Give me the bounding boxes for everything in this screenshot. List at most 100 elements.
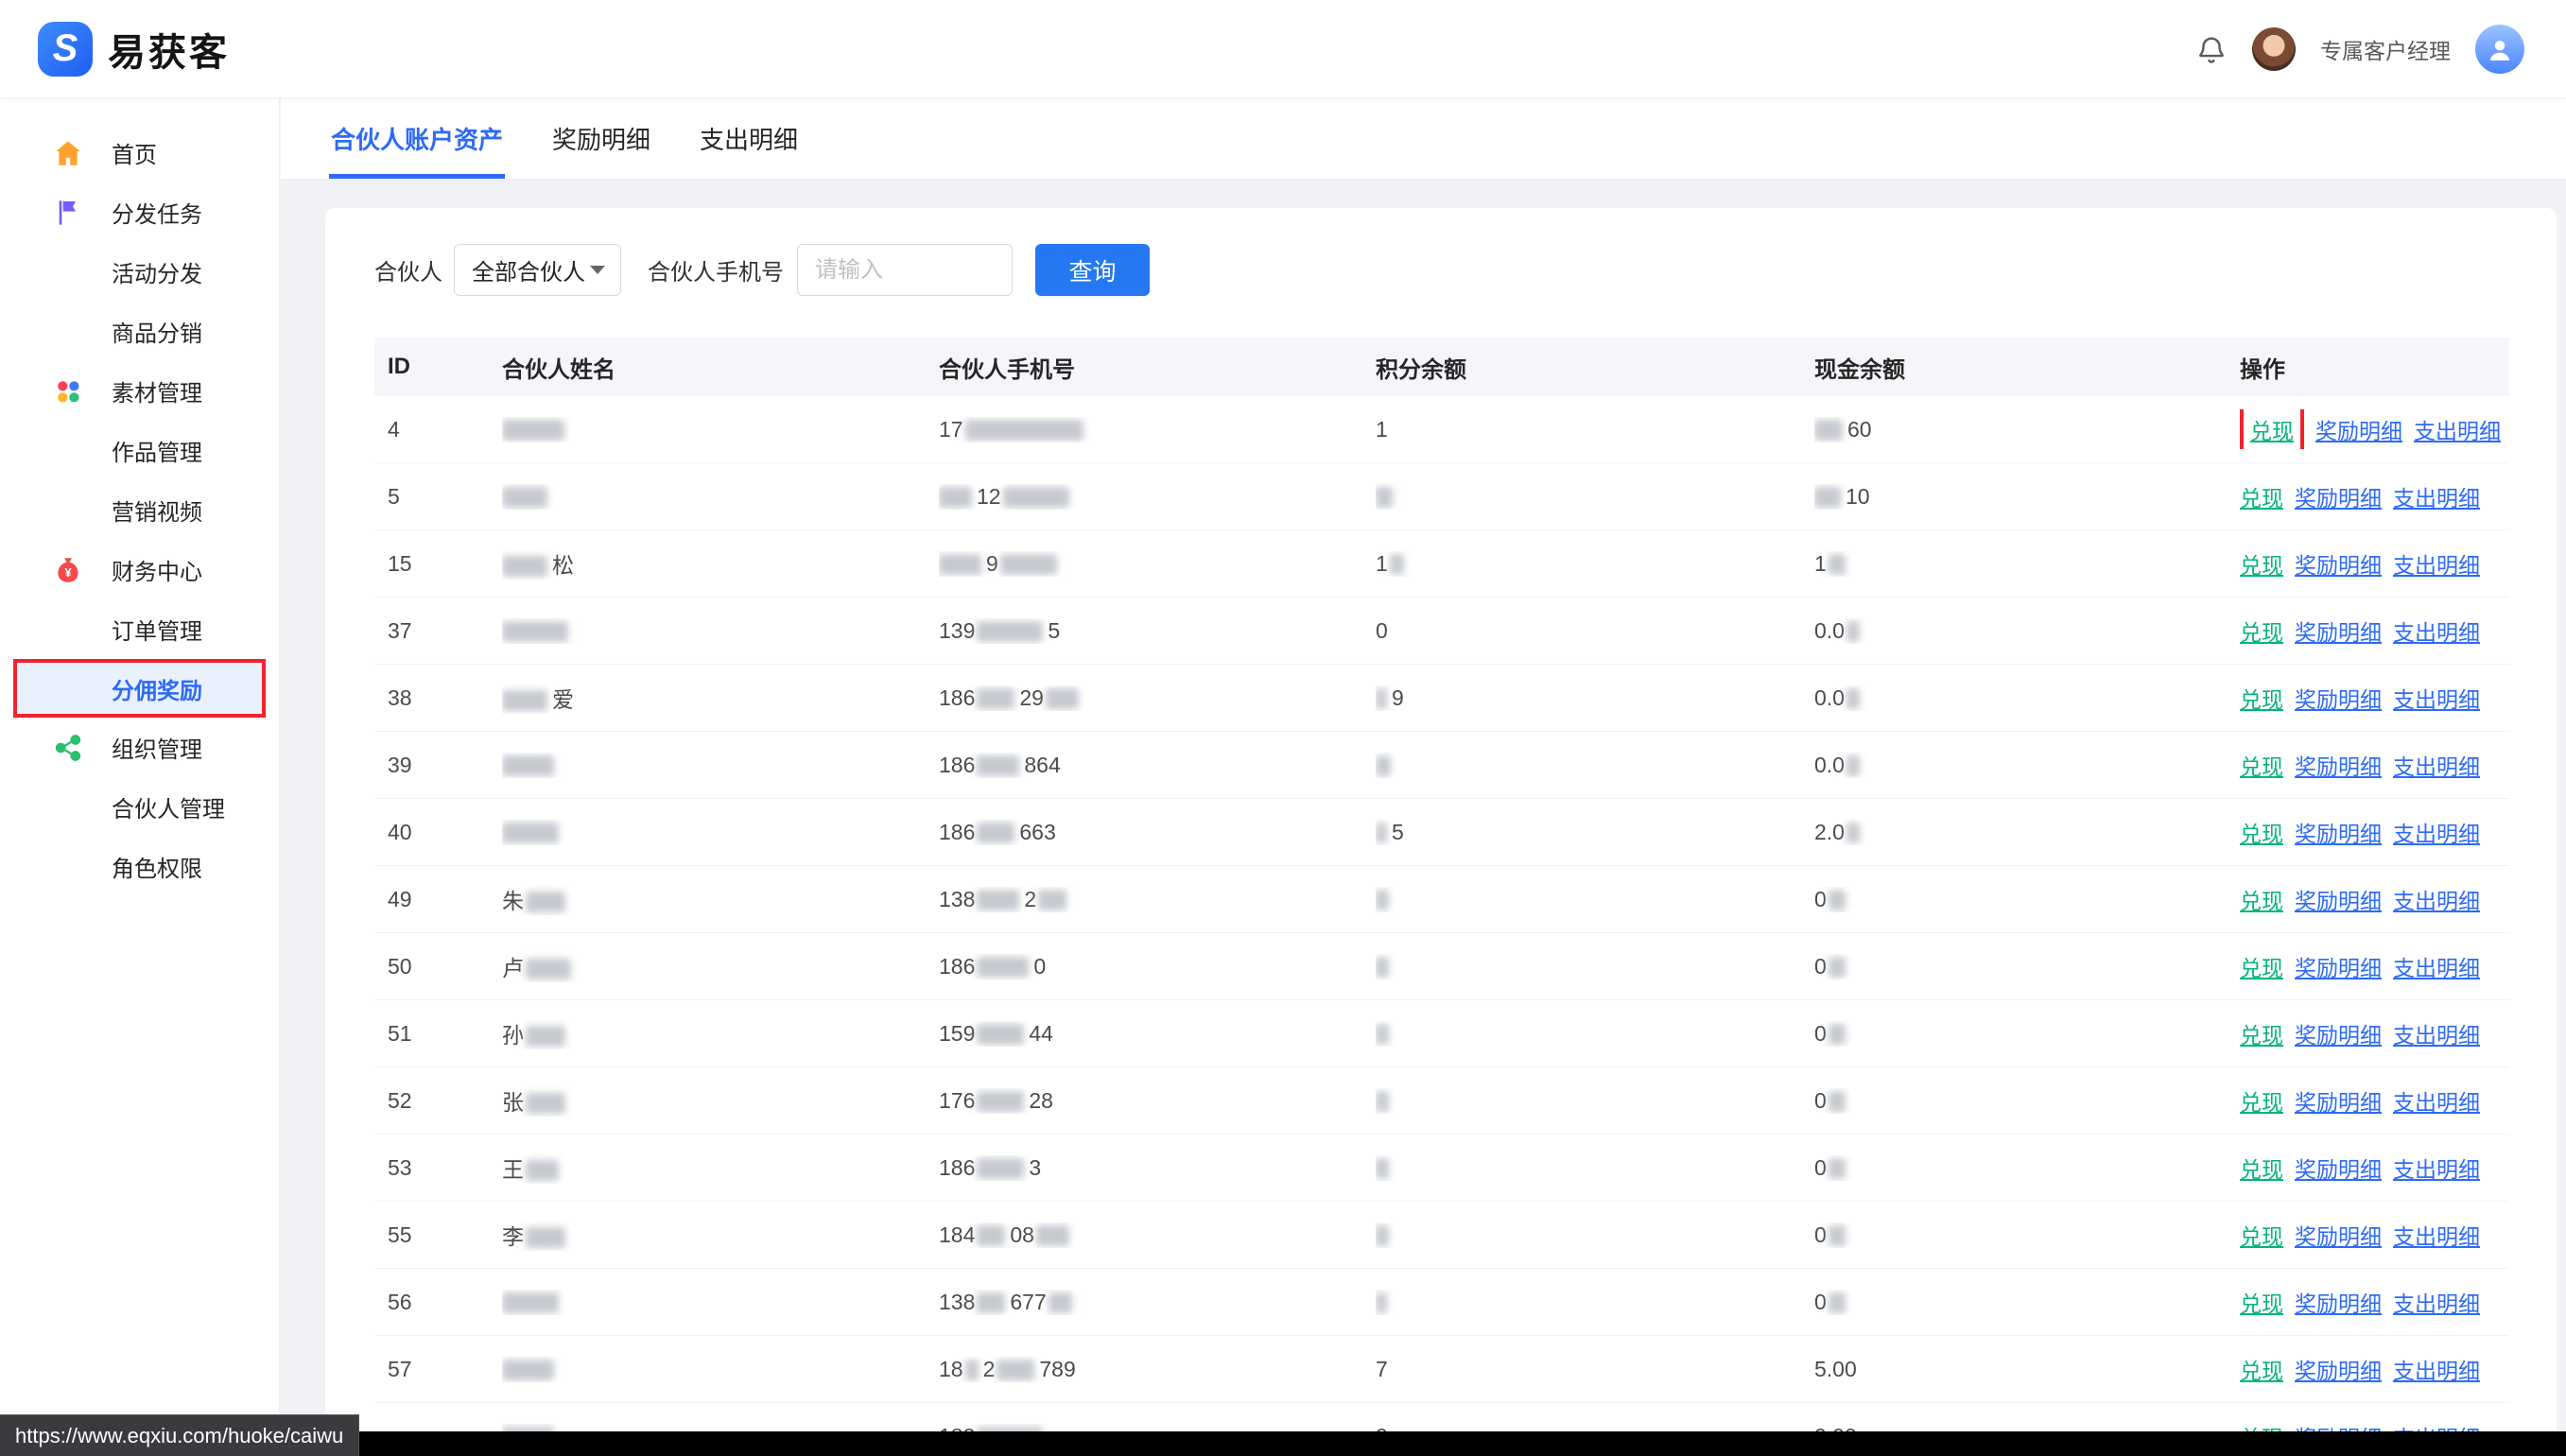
redacted-block <box>1376 1158 1389 1179</box>
cell-points-balance <box>1376 753 1814 778</box>
cash-out-link[interactable]: 兑现 <box>2240 620 2283 645</box>
sidebar-item-role-permission[interactable]: 角色权限 <box>0 837 279 896</box>
notifications-bell-icon[interactable] <box>2195 33 2228 65</box>
sidebar-item-activity-distribution[interactable]: 活动分发 <box>0 242 279 302</box>
tab-partner-account-assets[interactable]: 合伙人账户资产 <box>329 98 505 179</box>
reward-detail-link[interactable]: 奖励明细 <box>2295 1090 2382 1115</box>
cell-cash-balance: 60 <box>1814 417 2240 442</box>
redacted-block <box>1046 688 1079 709</box>
cash-out-link[interactable]: 兑现 <box>2240 754 2283 779</box>
sidebar-item-commission-reward[interactable]: 分佣奖励 <box>13 659 266 718</box>
expense-detail-link[interactable]: 支出明细 <box>2393 620 2480 645</box>
cash-out-link[interactable]: 兑现 <box>2240 1157 2283 1182</box>
reward-detail-link[interactable]: 奖励明细 <box>2295 956 2382 980</box>
partner-select[interactable]: 全部合伙人 <box>454 244 621 296</box>
expense-detail-link[interactable]: 支出明细 <box>2393 486 2480 511</box>
cash-out-link[interactable]: 兑现 <box>2250 419 2294 443</box>
reward-detail-link[interactable]: 奖励明细 <box>2295 1224 2382 1249</box>
redacted-block <box>502 1292 559 1313</box>
partner-select-value: 全部合伙人 <box>472 253 585 286</box>
expense-detail-link[interactable]: 支出明细 <box>2393 553 2480 578</box>
reward-detail-link[interactable]: 奖励明细 <box>2295 620 2382 645</box>
cell-text: 186 <box>939 685 975 710</box>
sidebar-item-product-distribution[interactable]: 商品分销 <box>0 302 279 361</box>
reward-detail-link[interactable]: 奖励明细 <box>2295 822 2382 846</box>
expense-detail-link[interactable]: 支出明细 <box>2393 687 2480 712</box>
cash-out-link[interactable]: 兑现 <box>2240 1359 2283 1383</box>
cell-text: 5 <box>1392 820 1404 844</box>
expense-detail-link[interactable]: 支出明细 <box>2414 419 2501 443</box>
reward-detail-link[interactable]: 奖励明细 <box>2295 754 2382 779</box>
user-avatar[interactable] <box>2252 27 2296 71</box>
cash-out-link[interactable]: 兑现 <box>2240 1291 2283 1316</box>
cell-partner-phone: 1395 <box>939 618 1376 644</box>
table-row: 52张176280兑现奖励明细支出明细 <box>374 1067 2509 1135</box>
reward-detail-link[interactable]: 奖励明细 <box>2295 1291 2382 1316</box>
cash-out-link[interactable]: 兑现 <box>2240 553 2283 578</box>
expense-detail-link[interactable]: 支出明细 <box>2393 1359 2480 1383</box>
tab-expense-detail[interactable]: 支出明细 <box>698 98 800 179</box>
sidebar-item-finance-center[interactable]: ¥财务中心 <box>0 540 279 599</box>
cash-out-link[interactable]: 兑现 <box>2240 687 2283 712</box>
cell-text: 139 <box>939 618 975 643</box>
expense-detail-link[interactable]: 支出明细 <box>2393 1090 2480 1115</box>
sidebar-item-works-management[interactable]: 作品管理 <box>0 421 279 480</box>
sidebar-item-distribute-task[interactable]: 分发任务 <box>0 182 279 242</box>
expense-detail-link[interactable]: 支出明细 <box>2393 822 2480 846</box>
redacted-block <box>1376 890 1389 910</box>
sidebar-item-partner-management[interactable]: 合伙人管理 <box>0 777 279 837</box>
cell-text: 159 <box>939 1021 975 1046</box>
table-row: 37139500.0兑现奖励明细支出明细 <box>374 598 2509 665</box>
reward-detail-link[interactable]: 奖励明细 <box>2295 687 2382 712</box>
phone-input[interactable] <box>797 244 1013 296</box>
expense-detail-link[interactable]: 支出明细 <box>2393 1291 2480 1316</box>
cash-out-link[interactable]: 兑现 <box>2240 486 2283 511</box>
cash-out-link[interactable]: 兑现 <box>2240 1224 2283 1249</box>
redacted-block <box>526 1160 559 1181</box>
cell-cash-balance: 0 <box>1814 1021 2240 1047</box>
redacted-block <box>526 1026 565 1047</box>
expense-detail-link[interactable]: 支出明细 <box>2393 1023 2480 1048</box>
cell-text: 9 <box>986 551 998 576</box>
cell-text: 29 <box>1019 685 1044 710</box>
expense-detail-link[interactable]: 支出明细 <box>2393 956 2480 980</box>
sidebar-item-organization-management[interactable]: 组织管理 <box>0 718 279 777</box>
reward-detail-link[interactable]: 奖励明细 <box>2315 419 2402 443</box>
table-row: 417160兑现奖励明细支出明细 <box>374 396 2509 463</box>
search-button[interactable]: 查询 <box>1035 244 1150 296</box>
table-row: 38爱1862990.0兑现奖励明细支出明细 <box>374 665 2509 732</box>
reward-detail-link[interactable]: 奖励明细 <box>2295 1359 2382 1383</box>
sidebar-item-material-management[interactable]: 素材管理 <box>0 361 279 421</box>
customer-service-avatar[interactable] <box>2475 25 2524 74</box>
cash-out-link[interactable]: 兑现 <box>2240 956 2283 980</box>
cash-out-link[interactable]: 兑现 <box>2240 822 2283 846</box>
redacted-block <box>1036 1225 1069 1246</box>
app-header: S 易获客 专属客户经理 <box>0 0 2566 98</box>
cell-actions: 兑现奖励明细支出明细 <box>2240 816 2509 848</box>
redacted-block <box>1376 1024 1389 1045</box>
tab-reward-detail[interactable]: 奖励明细 <box>550 98 652 179</box>
cell-cash-balance: 0 <box>1814 954 2240 979</box>
sidebar-item-order-management[interactable]: 订单管理 <box>0 599 279 659</box>
cash-out-link[interactable]: 兑现 <box>2240 889 2283 913</box>
cell-text: 864 <box>1024 753 1060 777</box>
sidebar-item-marketing-video[interactable]: 营销视频 <box>0 480 279 540</box>
reward-detail-link[interactable]: 奖励明细 <box>2295 1023 2382 1048</box>
expense-detail-link[interactable]: 支出明细 <box>2393 1157 2480 1182</box>
cell-partner-name <box>502 820 939 845</box>
reward-detail-link[interactable]: 奖励明细 <box>2295 486 2382 511</box>
reward-detail-link[interactable]: 奖励明细 <box>2295 1157 2382 1182</box>
material-icon <box>51 374 85 408</box>
reward-detail-link[interactable]: 奖励明细 <box>2295 889 2382 913</box>
app-logo[interactable]: S 易获客 <box>38 22 230 77</box>
expense-detail-link[interactable]: 支出明细 <box>2393 1224 2480 1249</box>
expense-detail-link[interactable]: 支出明细 <box>2393 889 2480 913</box>
cash-out-link[interactable]: 兑现 <box>2240 1023 2283 1048</box>
reward-detail-link[interactable]: 奖励明细 <box>2295 553 2382 578</box>
expense-detail-link[interactable]: 支出明细 <box>2393 754 2480 779</box>
cell-actions: 兑现奖励明细支出明细 <box>2240 950 2509 982</box>
sidebar-item-home[interactable]: 首页 <box>0 123 279 182</box>
redacted-block <box>526 892 565 912</box>
cash-out-link[interactable]: 兑现 <box>2240 1090 2283 1115</box>
cell-id: 56 <box>388 1290 502 1315</box>
